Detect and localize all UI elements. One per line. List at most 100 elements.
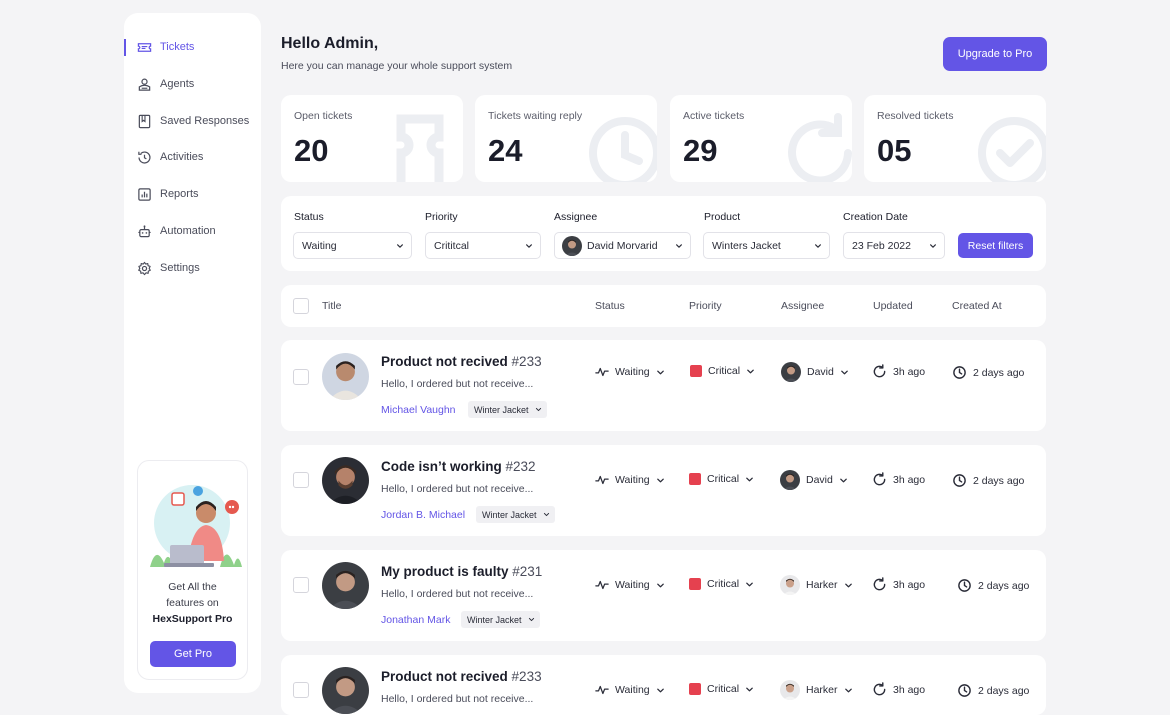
sidebar-item-label: Settings <box>160 262 200 274</box>
ticket-title[interactable]: My product is faulty #231 <box>381 564 542 579</box>
ticket-title-text: Product not recived <box>381 354 508 369</box>
history-icon <box>138 150 151 163</box>
date-filter-value: 23 Feb 2022 <box>852 239 911 252</box>
priority-color-swatch <box>689 683 701 695</box>
sidebar-item-label: Saved Responses <box>160 115 250 127</box>
ticket-title-text: Product not recived <box>381 669 508 684</box>
clock-icon <box>957 578 972 593</box>
sidebar-item-label: Reports <box>160 188 199 200</box>
priority-color-swatch <box>689 473 701 485</box>
stat-value: 05 <box>877 133 912 168</box>
assignee-dropdown[interactable]: David <box>781 362 849 382</box>
sidebar-item-reports[interactable]: Reports <box>137 184 199 204</box>
assignee-filter-select[interactable]: David Morvarid <box>554 232 691 259</box>
stat-card-open: Open tickets 20 <box>281 95 463 182</box>
robot-icon <box>138 224 151 237</box>
status-dropdown[interactable]: Waiting <box>595 578 665 592</box>
chart-icon <box>138 187 151 201</box>
chevron-down-icon <box>656 476 665 485</box>
sidebar-item-label: Tickets <box>160 41 195 53</box>
chevron-down-icon <box>814 242 822 250</box>
pulse-icon <box>595 683 609 697</box>
product-tag[interactable]: Winter Jacket <box>461 611 540 628</box>
table-row[interactable]: Product not recived #233 Hello, I ordere… <box>281 655 1046 715</box>
sidebar-item-automation[interactable]: Automation <box>137 221 216 241</box>
assignee-dropdown[interactable]: David <box>780 470 848 490</box>
avatar <box>780 575 800 595</box>
row-checkbox[interactable] <box>293 369 309 385</box>
sidebar: Tickets Agents Saved Responses Activitie… <box>124 13 261 693</box>
sidebar-item-tickets[interactable]: Tickets <box>137 37 194 57</box>
priority-dropdown[interactable]: Critical <box>689 578 754 590</box>
product-filter-select[interactable]: Winters Jacket <box>703 232 830 259</box>
row-checkbox[interactable] <box>293 577 309 593</box>
sidebar-item-agents[interactable]: Agents <box>137 74 194 94</box>
priority-dropdown[interactable]: Critical <box>690 365 755 377</box>
chevron-down-icon <box>535 406 542 413</box>
avatar <box>562 236 582 256</box>
status-filter-select[interactable]: Waiting <box>293 232 412 259</box>
priority-dropdown[interactable]: Critical <box>689 473 754 485</box>
assignee-dropdown[interactable]: Harker <box>780 680 853 700</box>
table-row[interactable]: Product not recived #233 Hello, I ordere… <box>281 340 1046 431</box>
ticket-title[interactable]: Product not recived #233 <box>381 354 542 369</box>
ticket-title[interactable]: Code isn’t working #232 <box>381 459 536 474</box>
table-row[interactable]: My product is faulty #231 Hello, I order… <box>281 550 1046 641</box>
priority-color-swatch <box>690 365 702 377</box>
ticket-title[interactable]: Product not recived #233 <box>381 669 542 684</box>
chevron-down-icon <box>528 616 535 623</box>
stat-label: Active tickets <box>683 110 745 122</box>
ticket-preview: Hello, I ordered but not receive... <box>381 588 534 600</box>
priority-dropdown[interactable]: Critical <box>689 683 754 695</box>
row-checkbox[interactable] <box>293 682 309 698</box>
created-cell: 2 days ago <box>952 473 1024 488</box>
product-tag[interactable]: Winter Jacket <box>468 401 547 418</box>
refresh-icon <box>872 577 887 592</box>
created-value: 2 days ago <box>973 474 1025 487</box>
ticket-icon <box>137 42 152 52</box>
customer-link[interactable]: Jordan B. Michael <box>381 509 465 521</box>
status-dropdown[interactable]: Waiting <box>595 365 665 379</box>
assignee-value: David <box>806 474 833 486</box>
assignee-dropdown[interactable]: Harker <box>780 575 853 595</box>
select-all-checkbox[interactable] <box>293 298 309 314</box>
status-dropdown[interactable]: Waiting <box>595 683 665 697</box>
avatar <box>780 680 800 700</box>
stat-card-active: Active tickets 29 <box>670 95 852 182</box>
chevron-down-icon <box>396 242 404 250</box>
row-checkbox[interactable] <box>293 472 309 488</box>
column-header-created: Created At <box>952 300 1002 312</box>
sidebar-item-settings[interactable]: Settings <box>137 258 200 278</box>
upgrade-button[interactable]: Upgrade to Pro <box>943 37 1047 71</box>
assignee-filter-value: David Morvarid <box>587 239 658 252</box>
get-pro-button[interactable]: Get Pro <box>150 641 236 667</box>
updated-value: 3h ago <box>893 473 926 486</box>
updated-cell: 3h ago <box>872 472 925 487</box>
ticket-title-text: Code isn’t working <box>381 459 502 474</box>
priority-filter-select[interactable]: Crititcal <box>425 232 541 259</box>
assignee-value: David <box>807 366 834 378</box>
sidebar-item-saved-responses[interactable]: Saved Responses <box>137 111 249 131</box>
product-tag[interactable]: Winter Jacket <box>476 506 555 523</box>
date-filter-select[interactable]: 23 Feb 2022 <box>843 232 945 259</box>
created-value: 2 days ago <box>973 366 1025 379</box>
table-row[interactable]: Code isn’t working #232 Hello, I ordered… <box>281 445 1046 536</box>
sidebar-item-activities[interactable]: Activities <box>137 147 203 167</box>
customer-link[interactable]: Jonathan Mark <box>381 614 450 626</box>
reset-filters-button[interactable]: Reset filters <box>958 233 1033 258</box>
chevron-down-icon <box>839 476 848 485</box>
stat-label: Open tickets <box>294 110 353 122</box>
filter-label-priority: Priority <box>425 211 458 223</box>
created-value: 2 days ago <box>978 579 1030 592</box>
pulse-icon <box>595 365 609 379</box>
status-dropdown[interactable]: Waiting <box>595 473 665 487</box>
status-value: Waiting <box>615 579 650 591</box>
stat-value: 29 <box>683 133 718 168</box>
chevron-down-icon <box>675 242 683 250</box>
priority-value: Critical <box>707 683 740 695</box>
clock-icon <box>952 365 967 380</box>
chevron-down-icon <box>746 367 755 376</box>
customer-link[interactable]: Michael Vaughn <box>381 404 456 416</box>
promo-text: Get All the features on HexSupport Pro <box>138 579 247 627</box>
pulse-icon <box>595 578 609 592</box>
